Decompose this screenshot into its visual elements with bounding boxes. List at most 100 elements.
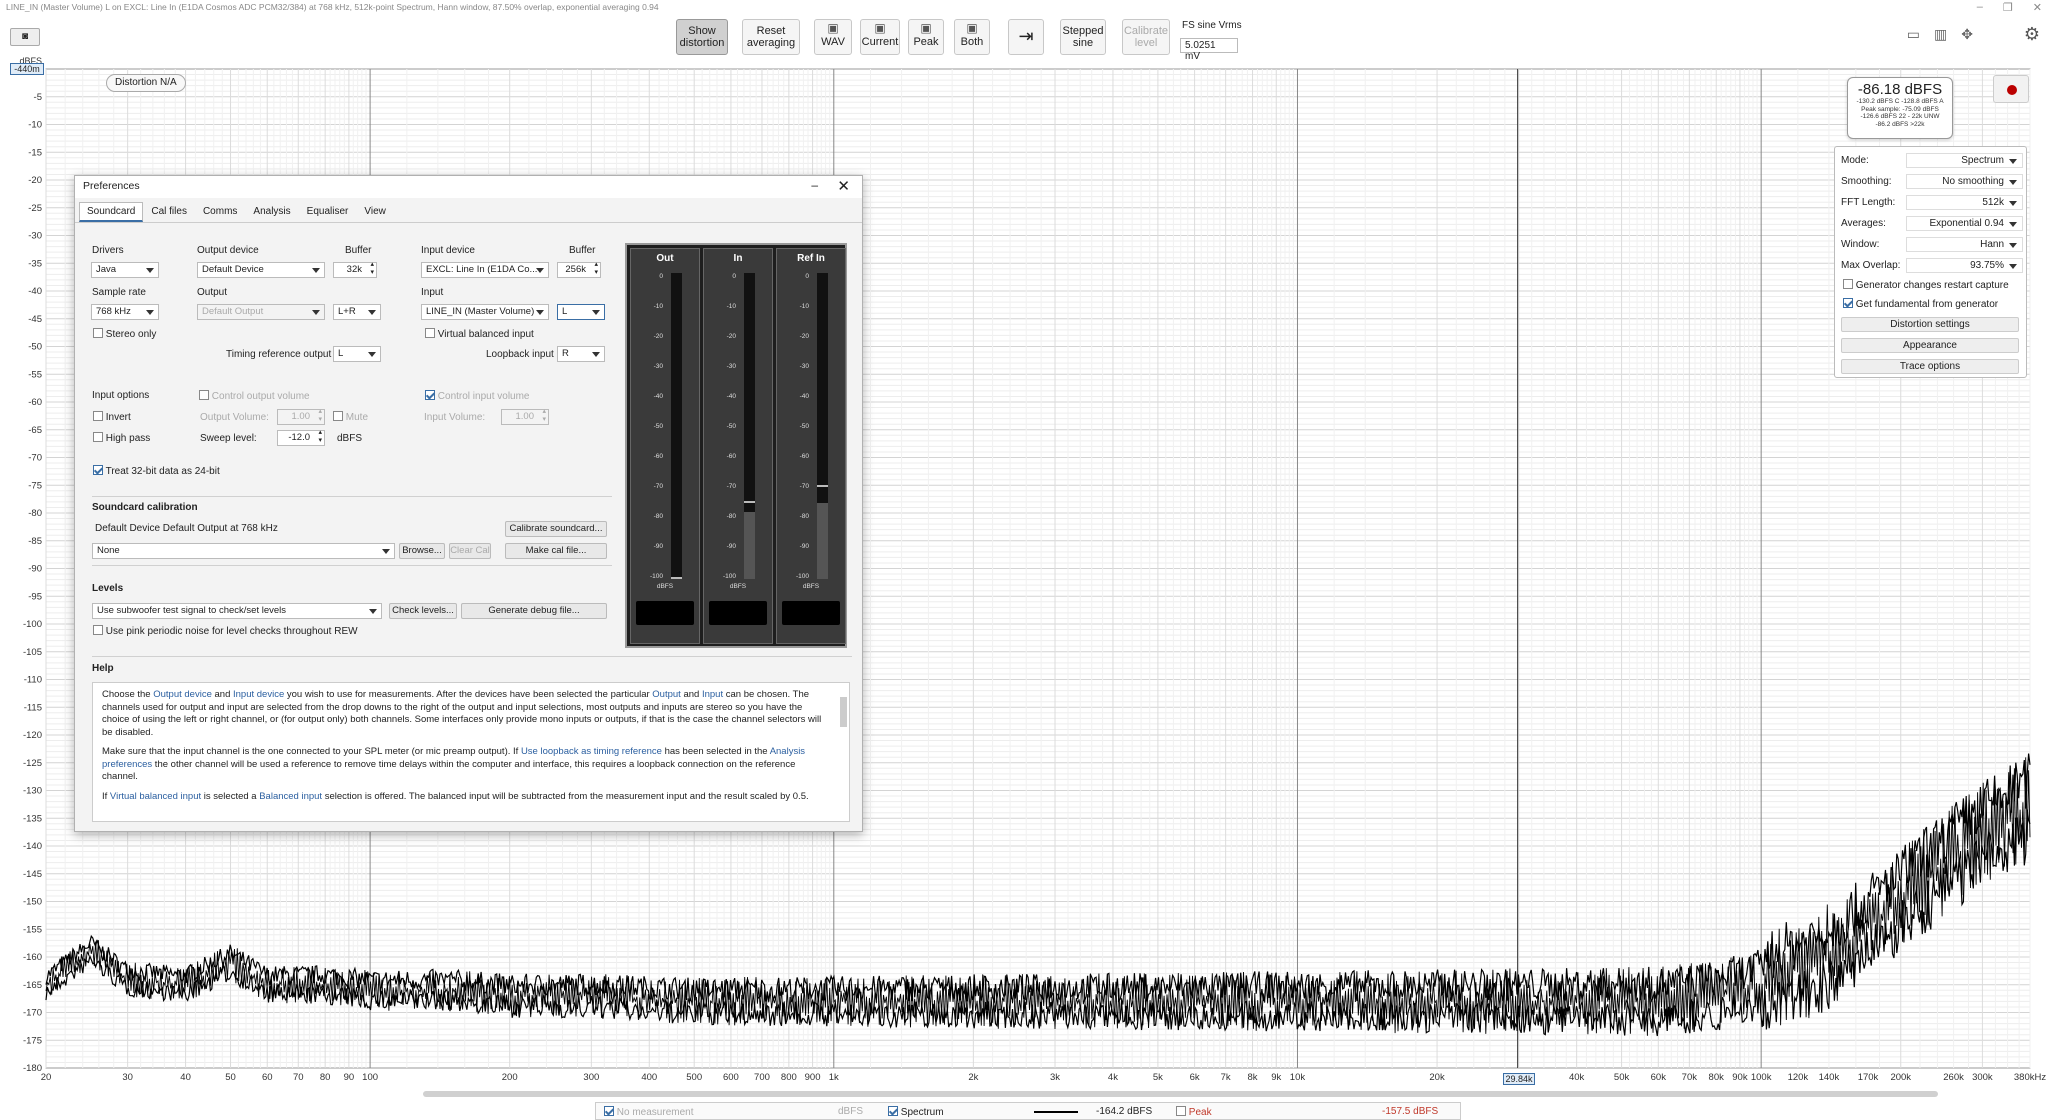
- mute-checkbox[interactable]: Mute: [333, 411, 368, 423]
- tab-soundcard[interactable]: Soundcard: [79, 202, 144, 222]
- generate-debug-button[interactable]: Generate debug file...: [461, 603, 607, 619]
- input-buffer-spinner[interactable]: 256k: [557, 261, 601, 278]
- checkbox[interactable]: [93, 328, 103, 338]
- drivers-select[interactable]: Java: [91, 262, 159, 278]
- meter-readout: [782, 601, 840, 625]
- trace-options-button[interactable]: Trace options: [1841, 359, 2019, 374]
- meter-tick: -100: [795, 573, 809, 580]
- control-input-volume-checkbox[interactable]: Control input volume: [425, 390, 530, 402]
- output-select[interactable]: Default Output: [197, 304, 325, 320]
- get-fundamental-checkbox[interactable]: Get fundamental from generator: [1843, 298, 1998, 310]
- appearance-button[interactable]: Appearance: [1841, 338, 2019, 353]
- invert-checkbox[interactable]: Invert: [93, 411, 131, 423]
- meter-tick: -20: [799, 333, 809, 340]
- window-select[interactable]: Hann: [1906, 237, 2023, 252]
- checkbox[interactable]: [1176, 1106, 1186, 1116]
- x-tick-label: 90k: [1732, 1072, 1748, 1083]
- mode-select[interactable]: Spectrum: [1906, 153, 2023, 168]
- checkbox[interactable]: [604, 1106, 614, 1116]
- tab-view[interactable]: View: [356, 202, 394, 222]
- checkbox[interactable]: [888, 1106, 898, 1116]
- help-text: Choose the Output device and Input devic…: [92, 682, 850, 822]
- averages-select[interactable]: Exponential 0.94: [1906, 216, 2023, 231]
- loopback-label: Loopback input: [486, 349, 554, 360]
- checkbox[interactable]: [93, 411, 103, 421]
- x-tick-label: 9k: [1271, 1072, 1281, 1083]
- gen-restart-checkbox[interactable]: Generator changes restart capture: [1843, 279, 2009, 291]
- output-channel-select[interactable]: L+R: [333, 304, 381, 320]
- x-tick-label: 40k: [1569, 1072, 1585, 1083]
- input-volume-spinner[interactable]: 1.00: [501, 408, 549, 425]
- cal-file-field[interactable]: None: [92, 543, 395, 559]
- loopback-select[interactable]: R: [557, 346, 605, 362]
- x-tick-label: 7k: [1221, 1072, 1231, 1083]
- stereo-only-checkbox[interactable]: Stereo only: [93, 328, 156, 340]
- checkbox[interactable]: [93, 625, 103, 635]
- checkbox[interactable]: [425, 328, 435, 338]
- sample-rate-select[interactable]: 768 kHz: [91, 304, 159, 320]
- levels-select[interactable]: Use subwoofer test signal to check/set l…: [92, 603, 382, 619]
- section-divider: [92, 565, 612, 566]
- meter-tick: -20: [726, 333, 736, 340]
- output-device-select[interactable]: Default Device: [197, 262, 325, 278]
- virtual-balanced-checkbox[interactable]: Virtual balanced input: [425, 328, 534, 340]
- distortion-settings-button[interactable]: Distortion settings: [1841, 317, 2019, 332]
- y-tick-label: -75: [28, 480, 42, 491]
- high-pass-checkbox[interactable]: High pass: [93, 432, 150, 444]
- y-tick-label: -120: [23, 730, 42, 741]
- meter-tick: -90: [799, 543, 809, 550]
- timing-reference-select[interactable]: L: [333, 346, 381, 362]
- minimize-icon[interactable]: –: [811, 178, 818, 192]
- output-buffer-spinner[interactable]: 32k: [333, 261, 377, 278]
- clear-cal-button[interactable]: Clear Cal: [449, 543, 491, 559]
- checkbox[interactable]: [93, 432, 103, 442]
- input-device-select[interactable]: EXCL: Line In (E1DA Co...: [421, 262, 549, 278]
- y-tick-label: -160: [23, 952, 42, 963]
- help-scrollbar-thumb[interactable]: [840, 697, 847, 727]
- tab-analysis[interactable]: Analysis: [245, 202, 298, 222]
- sweep-level-label: Sweep level:: [200, 433, 257, 444]
- input-select[interactable]: LINE_IN (Master Volume): [421, 304, 549, 320]
- tab-equaliser[interactable]: Equaliser: [299, 202, 357, 222]
- max-overlap-select[interactable]: 93.75%: [1906, 258, 2023, 273]
- y-tick-label: -85: [28, 536, 42, 547]
- meter-fill: [744, 511, 755, 579]
- checkbox[interactable]: [333, 411, 343, 421]
- input-channel-select[interactable]: L: [557, 304, 605, 320]
- tab-comms[interactable]: Comms: [195, 202, 245, 222]
- tab-cal-files[interactable]: Cal files: [143, 202, 195, 222]
- x-tick-label: 90: [344, 1072, 355, 1083]
- fft-length-select[interactable]: 512k: [1906, 195, 2023, 210]
- x-tick-label: 5k: [1153, 1072, 1163, 1083]
- close-icon[interactable]: ✕: [837, 177, 850, 195]
- y-tick-label: -105: [23, 647, 42, 658]
- y-tick-label: -45: [28, 314, 42, 325]
- calibrate-soundcard-button[interactable]: Calibrate soundcard...: [505, 521, 607, 537]
- meter-tick: -70: [726, 483, 736, 490]
- treat-32bit-checkbox[interactable]: Treat 32-bit data as 24-bit: [93, 465, 220, 477]
- checkbox[interactable]: [425, 390, 435, 400]
- browse-button[interactable]: Browse...: [399, 543, 445, 559]
- output-volume-spinner[interactable]: 1.00: [277, 408, 325, 425]
- checkbox[interactable]: [1843, 298, 1853, 308]
- y-tick-label: -65: [28, 425, 42, 436]
- checkbox[interactable]: [199, 390, 209, 400]
- smoothing-select[interactable]: No smoothing: [1906, 174, 2023, 189]
- y-tick-label: -180: [23, 1063, 42, 1074]
- levels-heading: Levels: [92, 583, 124, 594]
- x-tick-label: 70k: [1682, 1072, 1698, 1083]
- pink-noise-checkbox[interactable]: Use pink periodic noise for level checks…: [93, 625, 358, 637]
- record-button[interactable]: [1993, 75, 2029, 103]
- checkbox[interactable]: [1843, 279, 1853, 289]
- y-tick-label: -20: [28, 175, 42, 186]
- x-tick-label: 120k: [1788, 1072, 1809, 1083]
- checkbox[interactable]: [93, 465, 103, 475]
- check-levels-button[interactable]: Check levels...: [389, 603, 457, 619]
- spectrum-legend[interactable]: Spectrum: [888, 1106, 944, 1118]
- make-cal-file-button[interactable]: Make cal file...: [505, 543, 607, 559]
- control-output-volume-checkbox[interactable]: Control output volume: [199, 390, 310, 402]
- x-scrollbar-thumb[interactable]: [423, 1091, 1938, 1097]
- sweep-level-spinner[interactable]: -12.0: [277, 429, 325, 446]
- no-measurement-legend[interactable]: No measurement: [604, 1106, 693, 1118]
- peak-legend[interactable]: Peak: [1176, 1106, 1212, 1118]
